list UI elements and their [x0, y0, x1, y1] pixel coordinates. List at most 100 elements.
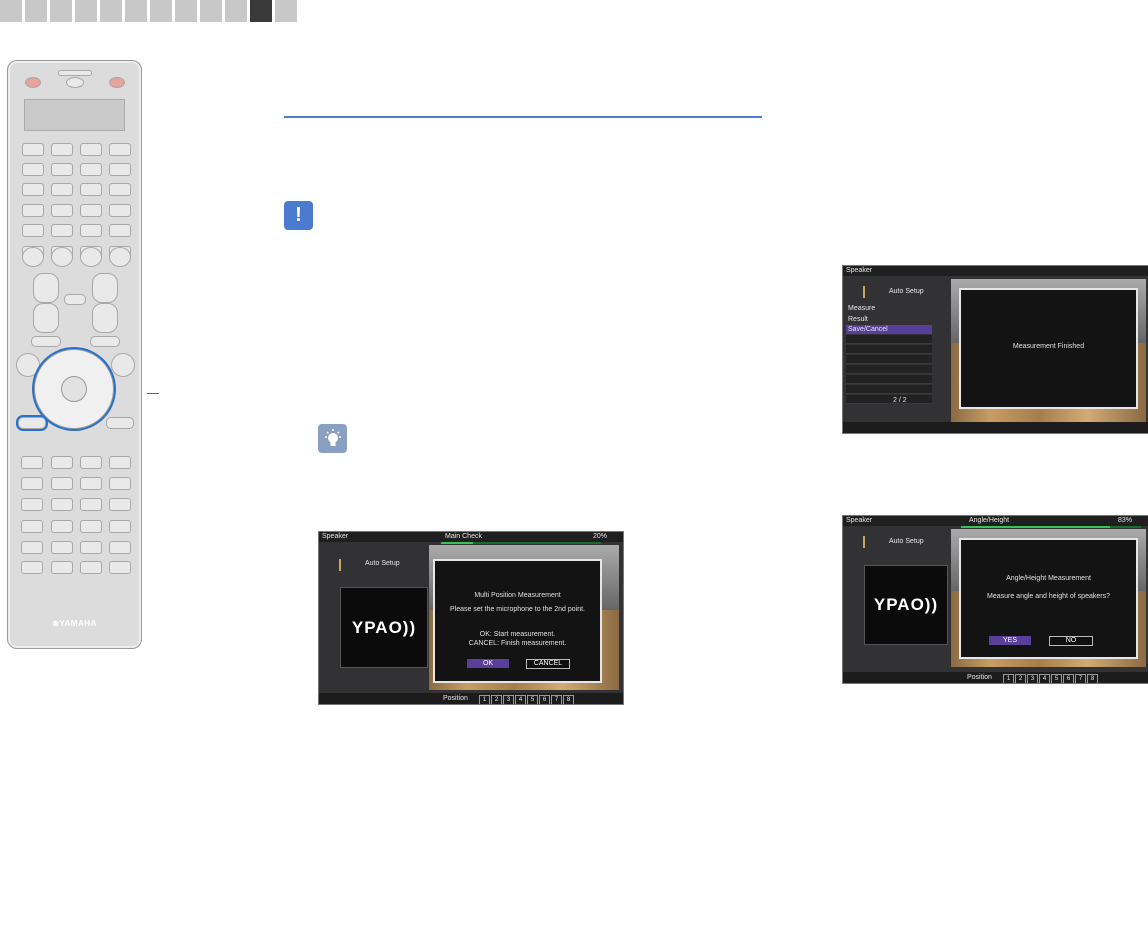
- progress-bar: [441, 542, 601, 544]
- remote-control: ⊛YAMAHA: [7, 60, 142, 649]
- remote-button: [21, 520, 43, 533]
- ok-button[interactable]: OK: [467, 659, 509, 668]
- remote-button: [109, 224, 131, 237]
- remote-center-button: [66, 77, 84, 88]
- remote-scene-up: [92, 273, 118, 303]
- menu-item[interactable]: Save/Cancel: [846, 325, 932, 334]
- header-step: Angle/Height: [969, 517, 1010, 524]
- cancel-instruction: CANCEL: Finish measurement.: [468, 640, 567, 647]
- return-button: [18, 417, 46, 429]
- dialog-question: Measure angle and height of speakers?: [987, 593, 1110, 600]
- position-box: 8: [1087, 674, 1098, 683]
- position-box: 3: [1027, 674, 1038, 683]
- remote-button: [80, 498, 102, 511]
- dialog-text: Please set the microphone to the 2nd poi…: [449, 606, 586, 613]
- remote-button: [80, 183, 102, 196]
- section-tab: [50, 0, 72, 22]
- footer-bar: [843, 422, 1148, 433]
- dialog-panel: Angle/Height Measurement Measure angle a…: [959, 538, 1138, 659]
- dialog-message: Measurement Finished: [1012, 343, 1085, 350]
- remote-button: [109, 541, 131, 554]
- remote-volume-up: [33, 273, 59, 303]
- remote-button: [80, 520, 102, 533]
- screen-header: Speaker Angle/Height 83%: [843, 516, 1148, 526]
- section-tab: [125, 0, 147, 22]
- progress-bar: [961, 526, 1141, 528]
- remote-button: [80, 561, 102, 574]
- remote-button: [51, 520, 73, 533]
- auto-setup-label: Auto Setup: [889, 538, 924, 545]
- remote-button: [51, 247, 73, 267]
- remote-button: [31, 336, 61, 347]
- remote-button: [22, 204, 44, 217]
- position-box: 2: [1015, 674, 1026, 683]
- dialog-title: Multi Position Measurement: [474, 592, 561, 599]
- dialog-panel: Multi Position Measurement Please set th…: [433, 559, 602, 683]
- remote-button: [51, 456, 73, 469]
- remote-button: [80, 143, 102, 156]
- section-tab: [75, 0, 97, 22]
- section-tab: [200, 0, 222, 22]
- remote-button: [51, 204, 73, 217]
- remote-power-button: [109, 77, 125, 88]
- remote-button: [109, 247, 131, 267]
- header-title: Speaker: [846, 517, 873, 524]
- section-tab: [225, 0, 247, 22]
- menu-row-empty: [846, 365, 932, 374]
- position-box: 7: [1075, 674, 1086, 683]
- remote-button: [109, 477, 131, 490]
- remote-button: [109, 561, 131, 574]
- remote-button: [109, 183, 131, 196]
- remote-button: [106, 417, 134, 429]
- remote-button: [51, 143, 73, 156]
- page-indicator: 2 / 2: [893, 397, 907, 404]
- notice-icon: !: [284, 201, 313, 230]
- position-box: 4: [515, 695, 526, 704]
- position-label: Position: [967, 674, 992, 681]
- remote-button: [90, 336, 120, 347]
- section-divider: [284, 116, 762, 118]
- remote-button: [109, 143, 131, 156]
- menu-row-empty: [846, 375, 932, 384]
- remote-button: [22, 143, 44, 156]
- position-box: 1: [479, 695, 490, 704]
- position-box: 1: [1003, 674, 1014, 683]
- menu-row-empty: [846, 335, 932, 344]
- remote-button: [21, 456, 43, 469]
- auto-setup-icon: [863, 286, 883, 298]
- screen-measurement-finished: Speaker Auto Setup Measure Result Save/Ca…: [842, 265, 1148, 434]
- position-box: 7: [551, 695, 562, 704]
- auto-setup-label: Auto Setup: [365, 560, 400, 567]
- no-button[interactable]: NO: [1049, 636, 1093, 646]
- dialog-title: Angle/Height Measurement: [1006, 575, 1091, 582]
- remote-button: [51, 561, 73, 574]
- remote-button: [22, 224, 44, 237]
- remote-button: [51, 163, 73, 176]
- position-bar: Position 12345678: [843, 672, 1148, 683]
- auto-setup-icon: [339, 559, 359, 571]
- remote-button: [21, 561, 43, 574]
- position-box: 5: [527, 695, 538, 704]
- position-box: 5: [1051, 674, 1062, 683]
- ypao-logo: YPAO)): [864, 565, 948, 645]
- section-tab: [275, 0, 297, 22]
- menu-item[interactable]: Result: [846, 315, 932, 324]
- auto-setup-label: Auto Setup: [889, 288, 924, 295]
- remote-mute-button: [64, 294, 86, 305]
- remote-scene-down: [92, 303, 118, 333]
- section-tab: [0, 0, 22, 22]
- remote-mode-switch: [58, 70, 92, 76]
- remote-button: [22, 183, 44, 196]
- remote-button: [21, 498, 43, 511]
- yes-button[interactable]: YES: [989, 636, 1031, 645]
- section-tabs: [0, 0, 297, 22]
- menu-row-empty: [846, 395, 932, 404]
- remote-button: [80, 204, 102, 217]
- enter-button: [61, 376, 87, 402]
- lightbulb-icon: [318, 424, 347, 453]
- menu-row-empty: [846, 355, 932, 364]
- cancel-button[interactable]: CANCEL: [526, 659, 570, 669]
- remote-button: [109, 520, 131, 533]
- remote-button: [51, 183, 73, 196]
- remote-button: [51, 224, 73, 237]
